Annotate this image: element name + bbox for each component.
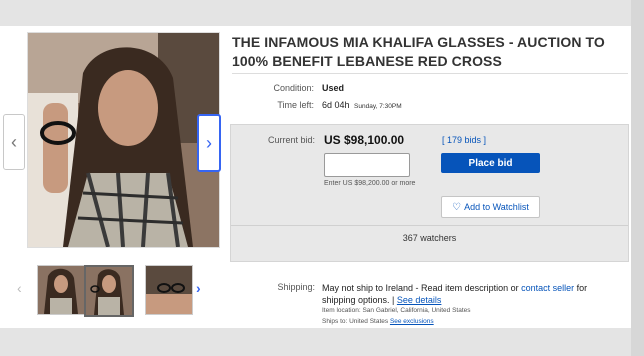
place-bid-button[interactable]: Place bid — [441, 153, 540, 173]
time-left-label: Time left: — [277, 100, 314, 110]
thumbnail-prev-icon[interactable]: ‹ — [17, 280, 22, 296]
shipping-text: May not ship to Ireland - Read item desc… — [322, 282, 622, 306]
thumbnail-1[interactable] — [37, 265, 85, 315]
thumbnail-strip: ‹ › — [15, 262, 215, 318]
add-to-watchlist-button[interactable]: ♡ Add to Watchlist — [441, 196, 540, 218]
current-bid-label: Current bid: — [267, 135, 315, 145]
scrollbar-gutter[interactable] — [631, 0, 644, 356]
bid-amount-input[interactable] — [324, 153, 410, 177]
chevron-left-icon: ‹ — [11, 131, 17, 152]
bid-count-link[interactable]: [ 179 bids ] — [442, 135, 486, 145]
thumbnail-next-icon[interactable]: › — [196, 280, 201, 296]
condition-value: Used — [322, 83, 345, 93]
condition-label: Condition: — [273, 83, 314, 93]
gallery-prev-button[interactable]: ‹ — [3, 114, 25, 170]
shipping-label: Shipping: — [277, 282, 315, 292]
heart-icon: ♡ — [452, 201, 462, 213]
chevron-right-icon: › — [206, 132, 212, 153]
shipping-text-before: May not ship to Ireland - Read item desc… — [322, 283, 522, 293]
time-left-value: 6d 04h — [322, 100, 350, 110]
watchers-divider — [231, 225, 628, 226]
thumbnail-3[interactable] — [145, 265, 193, 315]
thumbnail-2-selected[interactable] — [84, 265, 134, 317]
main-product-photo[interactable] — [27, 32, 220, 248]
bid-hint: Enter US $98,200.00 or more — [324, 180, 416, 187]
item-location: Item location: San Gabriel, California, … — [322, 307, 471, 314]
watchlist-label: Add to Watchlist — [464, 202, 529, 212]
time-left-detail: Sunday, 7:30PM — [354, 103, 402, 110]
listing-title: THE INFAMOUS MIA KHALIFA GLASSES - AUCTI… — [232, 34, 605, 69]
contact-seller-link[interactable]: contact seller — [521, 283, 574, 293]
current-bid-amount: US $98,100.00 — [324, 133, 405, 147]
bid-panel: Current bid: US $98,100.00 [ 179 bids ] … — [230, 124, 629, 262]
title-divider — [232, 73, 628, 74]
gallery-next-button[interactable]: › — [197, 114, 221, 172]
see-exclusions-link[interactable]: See exclusions — [390, 318, 434, 325]
ships-to-text: Ships to: United States — [322, 318, 390, 325]
watchers-count: 367 watchers — [402, 233, 457, 243]
see-details-link[interactable]: See details — [397, 295, 442, 305]
